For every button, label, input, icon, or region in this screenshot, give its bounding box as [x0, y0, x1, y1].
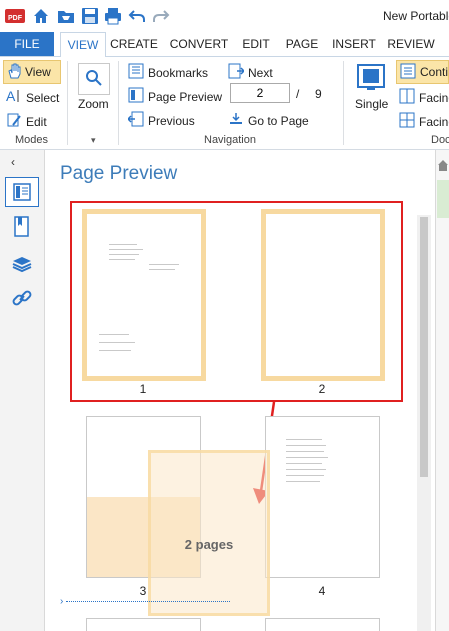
zoom-button[interactable]	[78, 63, 110, 95]
panel-title: Page Preview	[60, 163, 178, 184]
tab-create[interactable]: CREATE	[108, 32, 160, 56]
zoom-dropdown-icon[interactable]: ▾	[91, 135, 96, 146]
bookmarks-icon	[128, 63, 144, 82]
continuous-label: Conti	[420, 65, 449, 79]
ribbon: View A Select Edit Modes Zoom ▾ Bookmark…	[0, 57, 449, 150]
edit-mode-label: Edit	[26, 114, 47, 129]
view-mode-label: View	[25, 65, 51, 79]
link-icon[interactable]	[12, 288, 32, 311]
tab-file[interactable]: FILE	[0, 32, 54, 56]
page-preview-icon	[128, 87, 144, 106]
view-mode-button[interactable]: View	[3, 60, 61, 84]
collapse-chevron-icon[interactable]: ‹	[11, 155, 15, 169]
drag-count-label: 2 pages	[184, 537, 234, 552]
single-page-button[interactable]	[354, 63, 388, 93]
previous-label: Previous	[148, 113, 195, 128]
page-thumbnail-5[interactable]	[86, 618, 201, 631]
page-2-content	[266, 214, 380, 376]
page-thumbnails-icon	[13, 183, 31, 204]
page-thumbnail-2[interactable]	[261, 209, 385, 381]
document-edge-highlight	[437, 180, 449, 218]
modes-group-label: Modes	[15, 134, 49, 146]
page-preview-label: Page Preview	[148, 89, 223, 104]
facing-continuous-button[interactable]: Facing	[399, 112, 449, 131]
page-preview-button[interactable]: Page Preview	[128, 87, 222, 106]
edit-mode-button[interactable]: Edit	[6, 112, 47, 131]
bookmark-panel-icon[interactable]	[13, 216, 31, 241]
document-area-edge	[435, 150, 449, 631]
save-icon[interactable]	[81, 7, 99, 25]
divider	[118, 61, 119, 145]
magnifier-icon	[85, 69, 103, 90]
window-title: New Portable	[383, 9, 449, 23]
drag-ghost: 2 pages	[148, 450, 270, 616]
select-mode-button[interactable]: A Select	[6, 88, 59, 107]
previous-icon	[126, 111, 144, 130]
go-to-page-label: Go to Page	[248, 113, 309, 128]
drop-insertion-line	[66, 601, 230, 602]
go-to-page-icon	[228, 111, 244, 130]
print-icon[interactable]	[104, 7, 122, 25]
svg-text:A: A	[6, 88, 16, 104]
text-select-icon: A	[6, 88, 22, 107]
continuous-button[interactable]: Conti	[396, 60, 449, 84]
facing-continuous-label: Facing	[419, 114, 449, 129]
go-to-page-button[interactable]: Go to Page	[228, 111, 309, 130]
next-button[interactable]: Next	[228, 63, 273, 82]
facing-continuous-icon	[399, 112, 415, 131]
tab-page[interactable]: PAGE	[282, 32, 322, 56]
pdf-logo-icon: PDF	[5, 7, 25, 25]
undo-icon[interactable]	[128, 7, 146, 25]
page-thumbnail-1[interactable]	[82, 209, 206, 381]
tab-view[interactable]: VIEW	[60, 32, 106, 58]
tab-convert[interactable]: CONVERT	[168, 32, 230, 56]
insert-marker-icon: ›	[60, 596, 64, 607]
left-panel-rail: ‹	[0, 150, 45, 631]
redo-icon[interactable]	[152, 7, 170, 25]
page-separator: /	[296, 87, 300, 101]
tab-edit[interactable]: EDIT	[236, 32, 276, 56]
page-thumbnail-6[interactable]	[265, 618, 380, 631]
tab-insert[interactable]: INSERT	[328, 32, 380, 56]
ribbon-tabs: FILE VIEW CREATE CONVERT EDIT PAGE INSER…	[0, 32, 449, 58]
bookmarks-button[interactable]: Bookmarks	[128, 63, 208, 82]
facing-label: Facing	[419, 90, 449, 105]
hand-icon	[7, 63, 21, 82]
page-thumbnails-tab[interactable]	[5, 177, 39, 207]
scrollbar-thumb[interactable]	[420, 217, 428, 477]
layers-icon[interactable]	[11, 252, 33, 277]
edit-pencil-icon	[6, 112, 22, 131]
title-bar: PDF New Portable	[0, 0, 449, 32]
page-number-4: 4	[318, 584, 326, 598]
page-number-2: 2	[318, 382, 326, 396]
previous-button[interactable]: Previous	[126, 111, 195, 130]
tab-review[interactable]: REVIEW	[386, 32, 436, 56]
vertical-scrollbar[interactable]	[417, 215, 431, 631]
divider	[343, 61, 344, 145]
divider	[67, 61, 68, 145]
document-group-label: Doc	[431, 134, 449, 146]
select-mode-label: Select	[26, 90, 60, 105]
navigation-group-label: Navigation	[204, 134, 256, 146]
svg-text:PDF: PDF	[8, 15, 23, 22]
bookmarks-label: Bookmarks	[148, 65, 209, 80]
single-page-icon	[357, 64, 385, 95]
page-number-1: 1	[139, 382, 147, 396]
single-label: Single	[355, 97, 389, 111]
home-nav-icon[interactable]	[437, 158, 449, 175]
continuous-icon	[400, 63, 416, 82]
page-thumbnail-4[interactable]	[265, 416, 380, 578]
current-page-input[interactable]	[230, 83, 290, 103]
total-pages: 9	[315, 87, 322, 101]
facing-icon	[399, 88, 415, 107]
next-label: Next	[248, 65, 273, 80]
facing-button[interactable]: Facing	[399, 88, 449, 107]
page-1-content	[87, 214, 201, 376]
next-icon	[228, 63, 246, 82]
open-folder-icon[interactable]	[57, 7, 75, 25]
home-icon[interactable]	[32, 7, 50, 25]
zoom-label: Zoom	[78, 97, 109, 111]
